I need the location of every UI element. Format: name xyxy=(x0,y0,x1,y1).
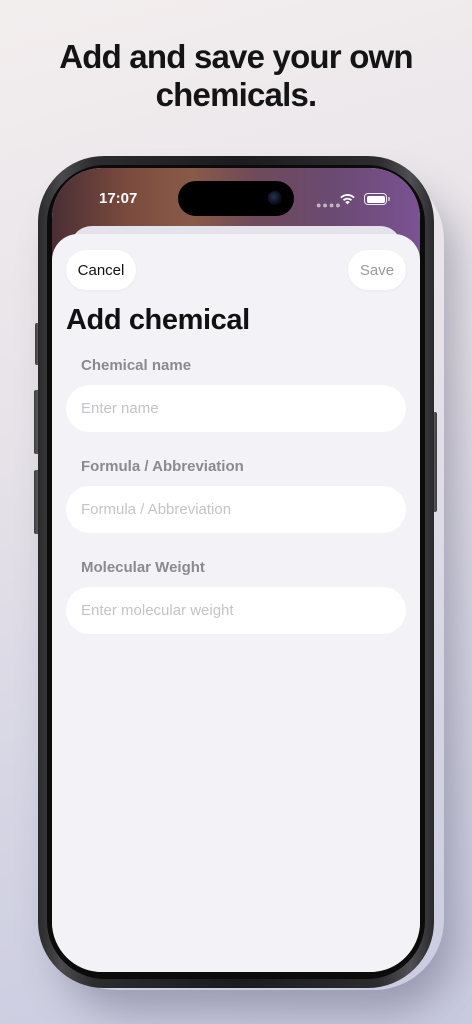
molecular-weight-input[interactable] xyxy=(66,587,406,634)
front-camera-icon xyxy=(268,191,282,205)
battery-icon xyxy=(364,193,390,205)
page-title: Add chemical xyxy=(66,304,250,336)
cancel-button[interactable]: Cancel xyxy=(66,250,136,290)
signal-dots-icon: ●●●● xyxy=(316,200,342,210)
molecular-weight-label: Molecular Weight xyxy=(81,559,205,576)
formula-label: Formula / Abbreviation xyxy=(81,458,244,475)
status-time: 17:07 xyxy=(99,190,138,207)
headline-line-2: chemicals. xyxy=(155,76,318,113)
save-button[interactable]: Save xyxy=(348,250,406,290)
status-bar: 17:07 ●●●● xyxy=(52,168,420,228)
chemical-name-label: Chemical name xyxy=(81,357,192,374)
chemical-name-input[interactable] xyxy=(66,385,406,432)
headline-line-1: Add and save your own xyxy=(59,38,413,75)
dynamic-island xyxy=(178,181,294,216)
formula-input[interactable] xyxy=(66,486,406,533)
wifi-icon xyxy=(340,194,355,205)
add-chemical-sheet: Cancel Save Add chemical Chemical name F… xyxy=(52,234,420,972)
marketing-headline: Add and save your own chemicals. xyxy=(0,38,472,114)
phone-screen: 17:07 ●●●● Cancel Save Add chemical Chem… xyxy=(52,168,420,972)
